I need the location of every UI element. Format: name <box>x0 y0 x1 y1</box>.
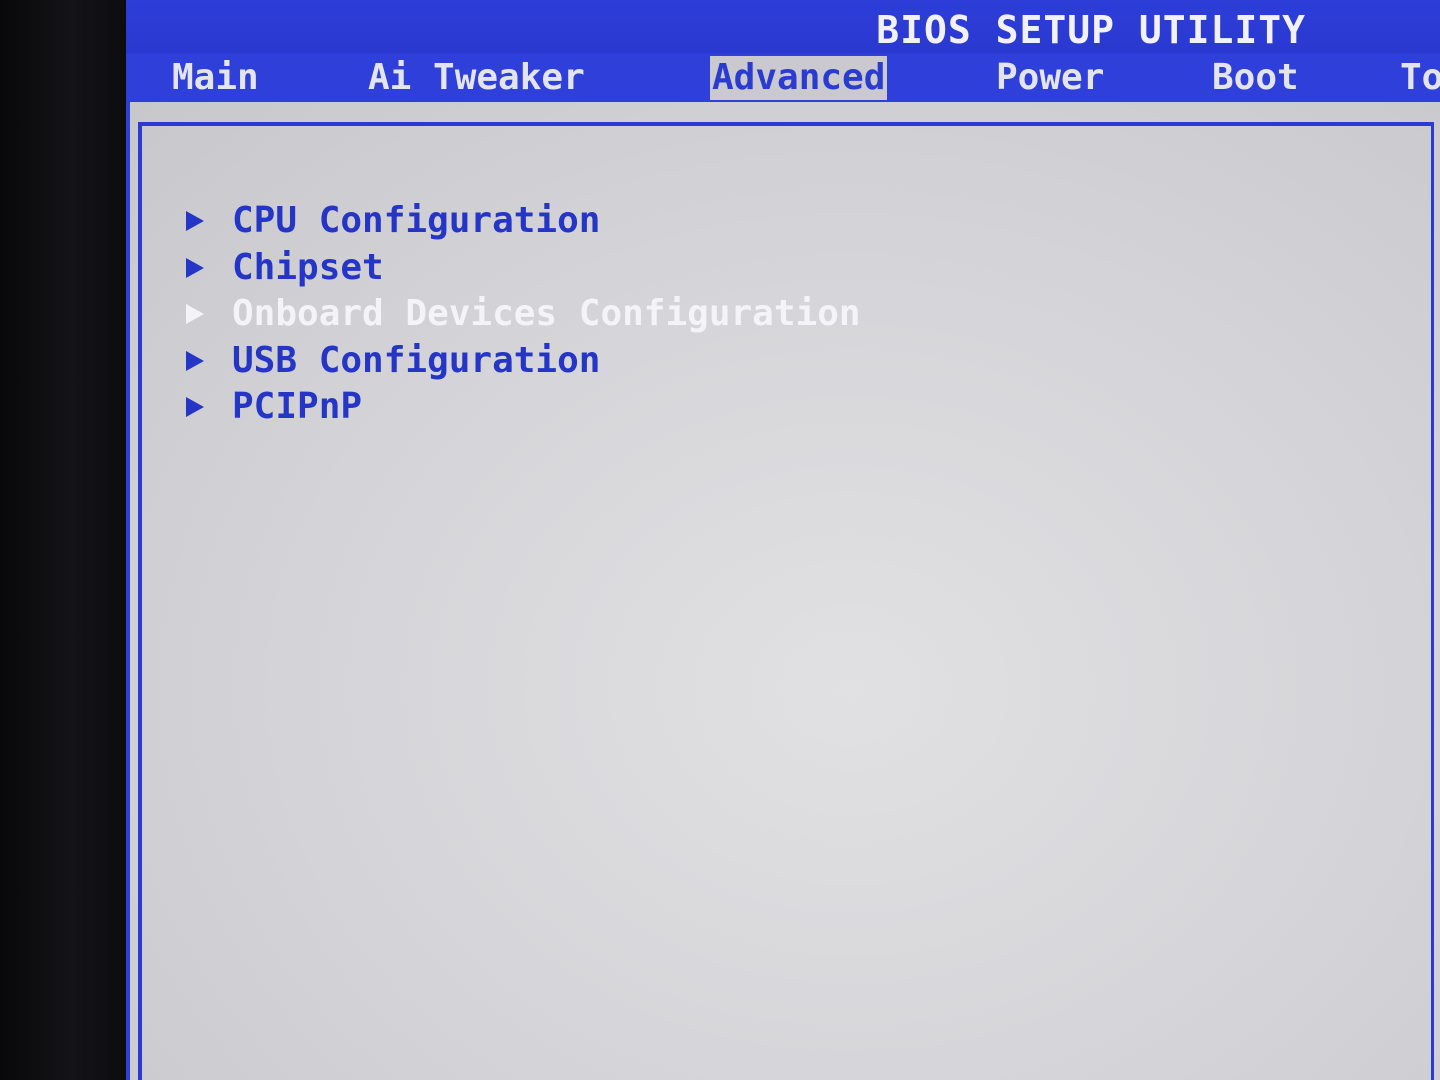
menu-item-label: USB Configuration <box>232 339 601 381</box>
menu-item-label: Onboard Devices Configuration <box>232 293 861 334</box>
triangle-right-icon <box>186 211 204 232</box>
tab-bar: Main Ai Tweaker Advanced Power Boot To <box>126 54 1440 102</box>
menu-item-label: PCIPnP <box>232 386 363 427</box>
tab-advanced[interactable]: Advanced <box>710 56 888 100</box>
advanced-menu: CPU Configuration Chipset Onboard Device… <box>184 198 861 431</box>
bios-title: BIOS SETUP UTILITY <box>876 8 1306 52</box>
menu-item-onboard-devices-configuration[interactable]: Onboard Devices Configuration <box>184 291 861 338</box>
tab-boot[interactable]: Boot <box>1212 56 1299 100</box>
tab-power[interactable]: Power <box>996 56 1104 100</box>
triangle-right-icon <box>186 397 204 418</box>
tab-main[interactable]: Main <box>172 56 259 100</box>
triangle-right-icon <box>186 350 204 371</box>
title-bar: BIOS SETUP UTILITY <box>126 0 1440 54</box>
bios-screen: BIOS SETUP UTILITY Main Ai Tweaker Advan… <box>126 0 1440 1080</box>
menu-item-label: CPU Configuration <box>232 200 601 241</box>
tab-tools[interactable]: To <box>1400 56 1440 100</box>
menu-item-label: Chipset <box>232 246 384 288</box>
menu-item-usb-configuration[interactable]: USB Configuration <box>184 338 861 385</box>
triangle-right-icon <box>186 304 204 325</box>
menu-panel: CPU Configuration Chipset Onboard Device… <box>138 122 1434 1080</box>
triangle-right-icon <box>186 257 204 278</box>
content-area: CPU Configuration Chipset Onboard Device… <box>130 102 1440 1080</box>
menu-item-cpu-configuration[interactable]: CPU Configuration <box>184 198 861 245</box>
menu-item-pcipnp[interactable]: PCIPnP <box>184 384 861 431</box>
menu-item-chipset[interactable]: Chipset <box>184 245 861 292</box>
tab-ai-tweaker[interactable]: Ai Tweaker <box>368 56 585 100</box>
